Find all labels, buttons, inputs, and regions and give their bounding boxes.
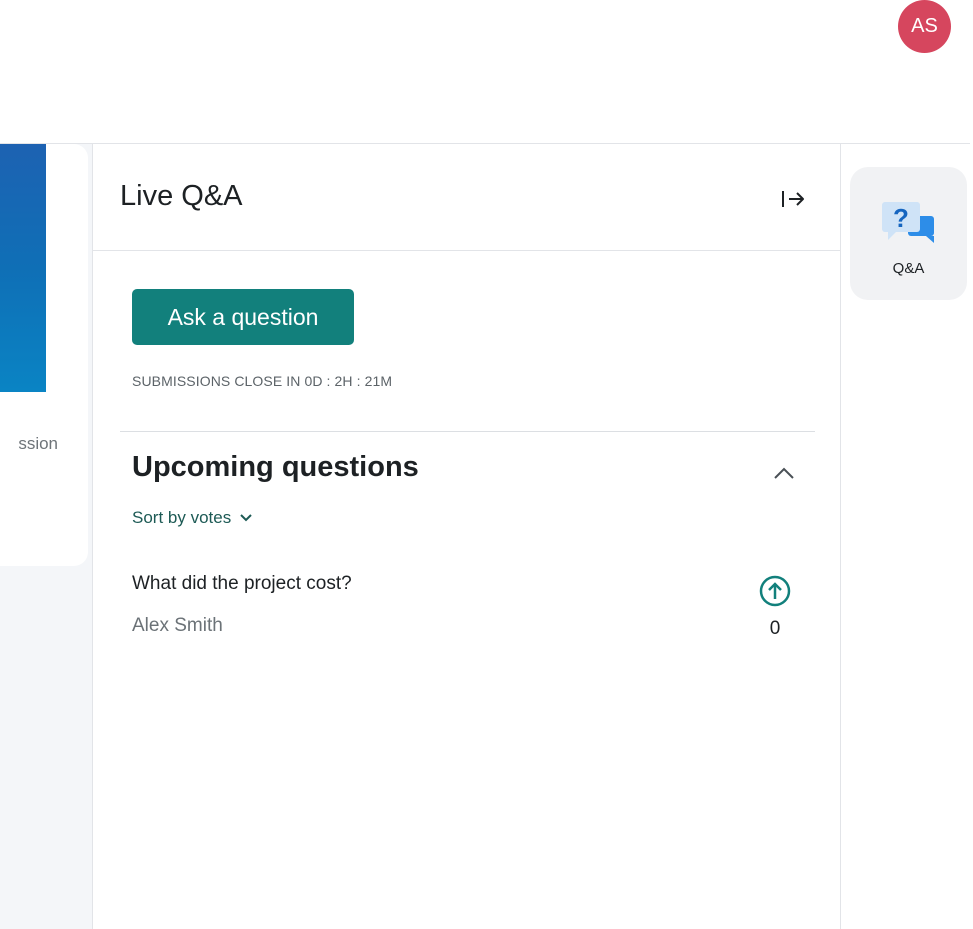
sidebar-tab-qa[interactable]: ? Q&A [850, 167, 967, 300]
qa-panel-header: Live Q&A [93, 144, 840, 251]
submissions-countdown: SUBMISSIONS CLOSE IN 0D : 2H : 21M [132, 373, 393, 389]
session-card-banner-image [0, 144, 46, 392]
section-divider [120, 431, 815, 432]
question-text: What did the project cost? [132, 573, 352, 594]
upcoming-questions-heading: Upcoming questions [132, 451, 419, 483]
sidebar-tab-qa-label: Q&A [892, 260, 925, 277]
session-card-label: ssion [18, 434, 58, 453]
chevron-down-icon [239, 508, 253, 528]
collapse-panel-icon[interactable] [773, 184, 813, 214]
qa-speech-bubbles-icon: ? [880, 200, 938, 244]
page: AS ssion Live Q&A Ask a question SUBMISS… [0, 0, 973, 929]
user-avatar[interactable]: AS [898, 0, 951, 53]
sort-dropdown[interactable]: Sort by votes [132, 508, 253, 528]
svg-text:?: ? [893, 203, 909, 233]
upvote-icon[interactable] [758, 574, 792, 608]
avatar-initials: AS [911, 15, 938, 37]
vote-count: 0 [769, 618, 781, 639]
live-qa-panel: Live Q&A Ask a question SUBMISSIONS CLOS… [92, 144, 841, 929]
qa-panel-title: Live Q&A [120, 180, 243, 212]
ask-question-button[interactable]: Ask a question [132, 289, 354, 345]
question-author: Alex Smith [132, 615, 223, 636]
chevron-up-icon[interactable] [769, 458, 799, 488]
sort-dropdown-label: Sort by votes [132, 508, 232, 527]
